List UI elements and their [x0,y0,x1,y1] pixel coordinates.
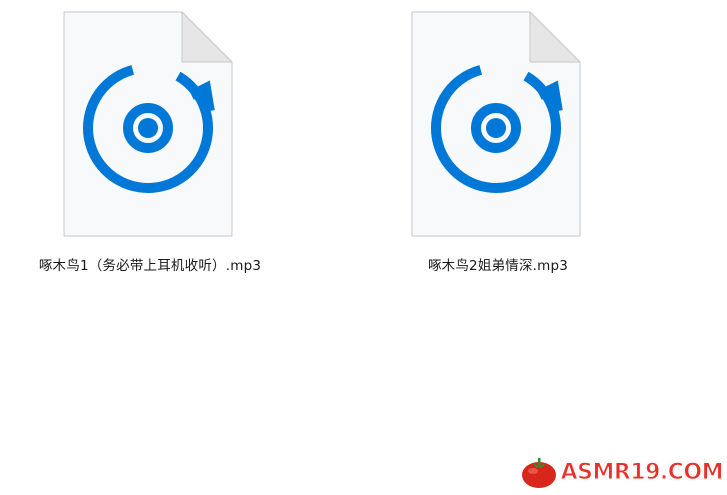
watermark: ASMR19.COM [519,455,724,489]
file-item[interactable]: 啄木鸟2姐弟情深.mp3 [348,0,648,290]
tomato-logo-icon [521,458,556,488]
file-name-label[interactable]: 啄木鸟2姐弟情深.mp3 [348,254,648,274]
watermark-text: ASMR19.COM [560,459,724,485]
file-explorer-view: 啄木鸟1（务必带上耳机收听）.mp3 啄木鸟2姐弟情深.mp3 ASMR19.C… [0,0,727,495]
file-item[interactable]: 啄木鸟1（务必带上耳机收听）.mp3 [0,0,300,290]
music-file-icon [63,11,233,237]
music-file-icon [411,11,581,237]
file-name-label[interactable]: 啄木鸟1（务必带上耳机收听）.mp3 [0,254,300,274]
